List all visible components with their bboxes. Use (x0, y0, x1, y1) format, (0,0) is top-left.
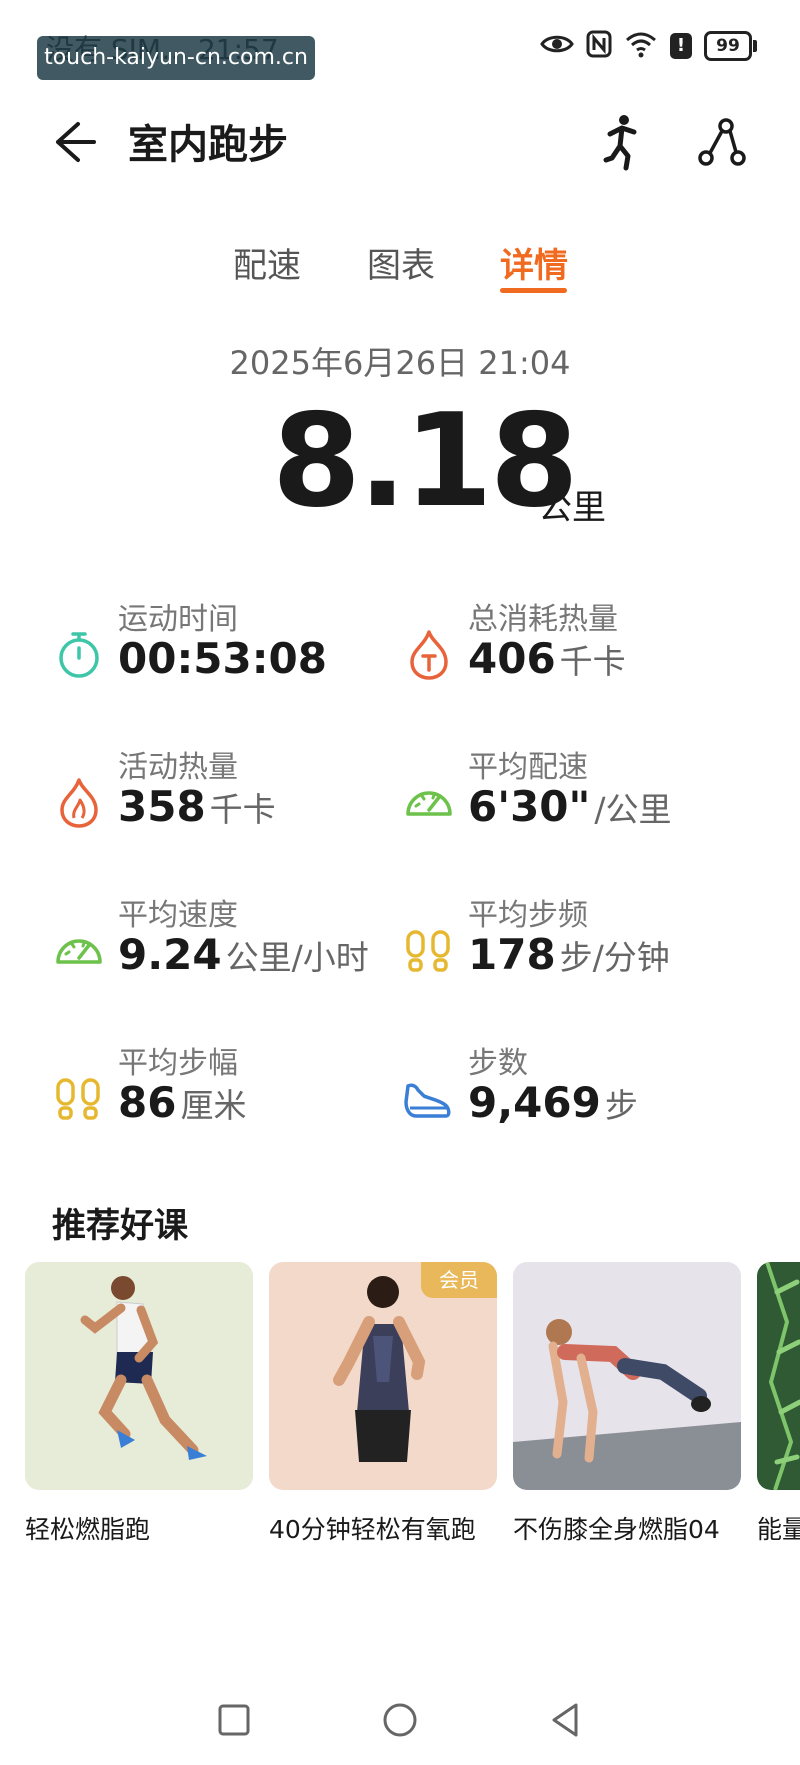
page-title: 室内跑步 (128, 122, 288, 168)
course-label[interactable]: 轻松燃脂跑 (25, 1510, 150, 1546)
stat-value: 00:53:08 (118, 634, 327, 683)
distance-unit: 公里 (538, 488, 606, 528)
stat-value-group: 358 千卡 (118, 782, 276, 831)
stat-unit: 厘米 (180, 1086, 247, 1125)
stat-value-group: 6'30"/公里 (468, 782, 672, 831)
stat-value: 406 (468, 634, 556, 683)
stat-value-group: 9.24 公里/小时 (118, 930, 369, 979)
stat-label: 平均速度 (118, 898, 238, 933)
stat-avg-stride: 平均步幅 86 厘米 (52, 1038, 412, 1158)
alert-icon: ! (670, 33, 692, 59)
stat-label: 运动时间 (118, 602, 238, 637)
stat-steps: 步数 9,469 步 (402, 1038, 762, 1158)
course-card[interactable] (757, 1262, 800, 1490)
stat-avg-pace: 平均配速 6'30"/公里 (402, 742, 762, 862)
nfc-icon (586, 30, 612, 62)
course-label[interactable]: 40分钟轻松有氧跑 (269, 1510, 476, 1546)
stat-value: 9.24 (118, 930, 222, 979)
member-badge: 会员 (421, 1262, 497, 1298)
stat-value: 9,469 (468, 1078, 601, 1127)
stat-value: 178 (468, 930, 556, 979)
distance-value: 8.18 (272, 387, 579, 536)
route-icon[interactable] (696, 116, 748, 168)
stat-unit: 千卡 (559, 642, 626, 681)
fern-image (765, 1262, 800, 1490)
home-icon[interactable] (380, 1700, 420, 1740)
stat-avg-cadence: 平均步频 178 步/分钟 (402, 890, 762, 1010)
back-icon[interactable] (546, 1700, 586, 1740)
stat-label: 平均配速 (468, 750, 588, 785)
stat-active-calories: 活动热量 358 千卡 (52, 742, 412, 862)
runner-icon[interactable] (600, 112, 644, 172)
course-label[interactable]: 不伤膝全身燃脂04 (513, 1510, 720, 1546)
course-card[interactable] (513, 1262, 741, 1490)
stat-unit: 千卡 (209, 790, 276, 829)
stat-value: 6'30" (468, 782, 591, 831)
stopwatch-icon (52, 628, 106, 682)
calorie-flame-icon (402, 628, 456, 682)
tab-pace[interactable]: 配速 (233, 238, 301, 287)
stat-exercise-time: 运动时间 00:53:08 (52, 594, 412, 714)
tab-details[interactable]: 详情 (500, 238, 568, 287)
stat-unit: 步/分钟 (559, 938, 670, 977)
eye-icon (540, 33, 574, 59)
recent-apps-icon[interactable] (214, 1700, 254, 1740)
course-label[interactable]: 能量 (757, 1510, 800, 1546)
stat-total-calories: 总消耗热量 406 千卡 (402, 594, 762, 714)
stat-value-group: 9,469 步 (468, 1078, 638, 1127)
stat-label: 总消耗热量 (468, 602, 618, 637)
tab-active-indicator (500, 288, 567, 293)
back-arrow-icon[interactable] (48, 116, 100, 168)
stat-unit: 步 (604, 1086, 638, 1125)
tab-chart[interactable]: 图表 (367, 238, 435, 287)
stat-unit: 公里/小时 (225, 938, 369, 977)
speedometer-icon (402, 776, 456, 830)
shoe-icon (402, 1072, 456, 1126)
stat-value-group: 86 厘米 (118, 1078, 246, 1127)
stat-value-group: 406 千卡 (468, 634, 626, 683)
flame-icon (52, 776, 106, 830)
stat-label: 步数 (468, 1046, 528, 1081)
footprints-icon (52, 1072, 106, 1126)
stat-unit: /公里 (594, 790, 672, 829)
recommended-title: 推荐好课 (52, 1206, 188, 1246)
workout-date: 2025年6月26日 21:04 (229, 344, 571, 382)
stat-label: 平均步频 (468, 898, 588, 933)
plank-image (513, 1319, 741, 1490)
course-card[interactable] (25, 1262, 253, 1490)
watermark-url: touch-kaiyun-cn.com.cn (37, 36, 315, 80)
stat-value: 358 (118, 782, 206, 831)
status-icons: ! 99 (540, 28, 757, 64)
stat-avg-speed: 平均速度 9.24 公里/小时 (52, 890, 412, 1010)
stat-value-group: 00:53:08 (118, 634, 331, 683)
speedometer-icon (52, 924, 106, 978)
stat-label: 平均步幅 (118, 1046, 238, 1081)
course-card[interactable]: 会员 (269, 1262, 497, 1490)
runner-image (80, 1276, 207, 1460)
stat-value: 86 (118, 1078, 177, 1127)
stat-value-group: 178 步/分钟 (468, 930, 670, 979)
footprints-icon (402, 924, 456, 978)
stat-label: 活动热量 (118, 750, 238, 785)
battery-indicator: 99 (704, 31, 757, 61)
wifi-icon (624, 30, 658, 62)
